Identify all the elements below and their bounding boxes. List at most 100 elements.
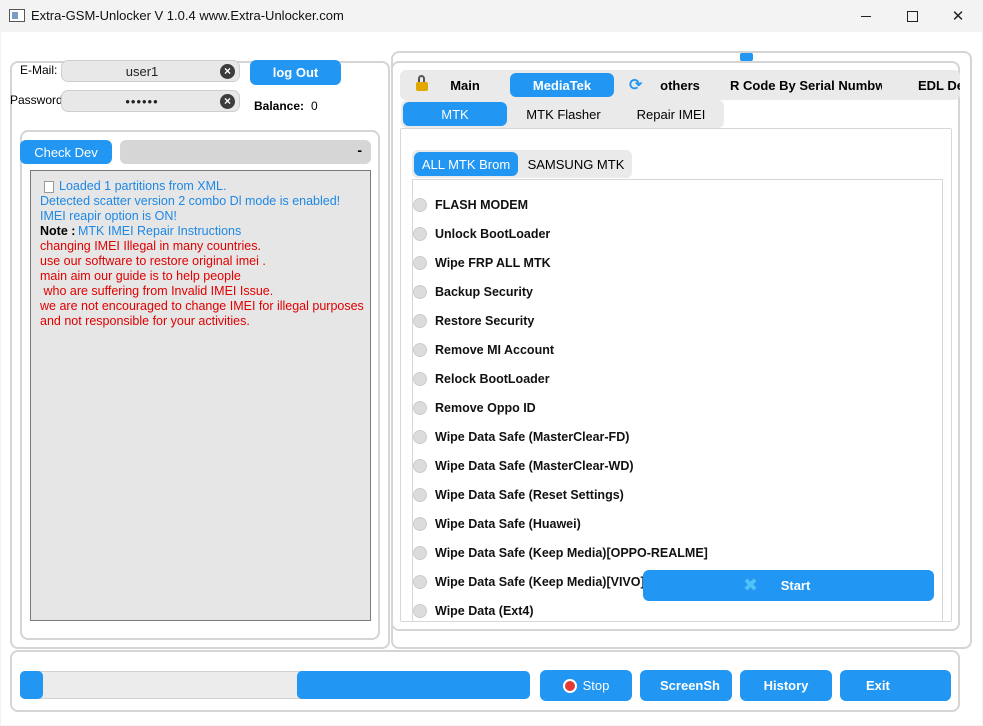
history-button[interactable]: History bbox=[740, 670, 832, 701]
operation-option[interactable]: Wipe Data Safe (Keep Media)[VIVO] bbox=[413, 572, 645, 592]
operation-label: FLASH MODEM bbox=[435, 198, 529, 212]
radio-button[interactable] bbox=[413, 343, 427, 357]
main-tab-bar: Main MediaTek ⟳ others R Code By Serial … bbox=[400, 70, 960, 100]
operation-option[interactable]: Remove Oppo ID bbox=[413, 398, 536, 418]
progress-bar-main bbox=[297, 671, 530, 699]
scroll-handle[interactable] bbox=[740, 53, 753, 61]
email-label: E-Mail: bbox=[20, 63, 58, 77]
mtk-tab-bar: MTK MTK Flasher Repair IMEI bbox=[401, 100, 724, 128]
note-label: Note : bbox=[40, 224, 76, 238]
operation-option[interactable]: Unlock BootLoader bbox=[413, 224, 550, 244]
operation-option[interactable]: Backup Security bbox=[413, 282, 533, 302]
operation-option[interactable]: Wipe Data Safe (Reset Settings) bbox=[413, 485, 624, 505]
operation-option[interactable]: Wipe Data Safe (MasterClear-WD) bbox=[413, 456, 634, 476]
tab-repair-imei[interactable]: Repair IMEI bbox=[626, 102, 716, 126]
tab-mtk[interactable]: MTK bbox=[403, 102, 507, 126]
operation-option[interactable]: Restore Security bbox=[413, 311, 534, 331]
radio-button[interactable] bbox=[413, 488, 427, 502]
tab-mtk-flasher[interactable]: MTK Flasher bbox=[516, 102, 611, 126]
operation-option[interactable]: Remove MI Account bbox=[413, 340, 554, 360]
stop-label: Stop bbox=[582, 678, 610, 693]
radio-button[interactable] bbox=[413, 401, 427, 415]
log-line: Detected scatter version 2 combo Dl mode… bbox=[40, 194, 341, 208]
app-icon bbox=[9, 9, 25, 22]
password-field[interactable]: •••••• × bbox=[61, 90, 240, 112]
brom-tab-bar: ALL MTK Brom SAMSUNG MTK bbox=[412, 150, 632, 178]
title-bar: Extra-GSM-Unlocker V 1.0.4 www.Extra-Unl… bbox=[0, 0, 983, 32]
operation-option[interactable]: Wipe FRP ALL MTK bbox=[413, 253, 551, 273]
operation-label: Wipe FRP ALL MTK bbox=[435, 256, 551, 270]
radio-button[interactable] bbox=[413, 372, 427, 386]
check-dev-button[interactable]: Check Dev bbox=[20, 140, 112, 164]
maximize-button[interactable] bbox=[889, 0, 935, 32]
operation-label: Wipe Data Safe (Keep Media)[VIVO] bbox=[435, 575, 645, 589]
start-label: Start bbox=[780, 578, 811, 593]
operation-option[interactable]: Wipe Data Safe (Keep Media)[OPPO-REALME] bbox=[413, 543, 708, 563]
tab-samsung-mtk[interactable]: SAMSUNG MTK bbox=[527, 152, 625, 176]
minimize-icon bbox=[861, 15, 871, 17]
balance-value: 0 bbox=[311, 99, 318, 113]
balance-label: Balance: bbox=[254, 99, 305, 113]
clear-password-icon[interactable]: × bbox=[220, 94, 235, 109]
device-combo[interactable]: - bbox=[120, 140, 371, 164]
progress-bar-small bbox=[20, 671, 43, 699]
operation-option[interactable]: Wipe Data Safe (Huawei) bbox=[413, 514, 581, 534]
operation-option[interactable]: Wipe Data (Ext4) bbox=[413, 601, 534, 621]
operation-option[interactable]: Wipe Data Safe (MasterClear-FD) bbox=[413, 427, 629, 447]
radio-button[interactable] bbox=[413, 546, 427, 560]
minimize-button[interactable] bbox=[843, 0, 889, 32]
operation-label: Relock BootLoader bbox=[435, 372, 550, 386]
clear-email-icon[interactable]: × bbox=[220, 64, 235, 79]
tab-others[interactable]: others bbox=[655, 73, 705, 97]
log-line: main aim our guide is to help people bbox=[40, 269, 241, 283]
screenshot-button[interactable]: ScreenSh bbox=[640, 670, 732, 701]
operation-label: Unlock BootLoader bbox=[435, 227, 551, 241]
operation-label: Restore Security bbox=[435, 314, 535, 328]
radio-button[interactable] bbox=[413, 227, 427, 241]
operation-label: Backup Security bbox=[435, 285, 533, 299]
radio-button[interactable] bbox=[413, 604, 427, 618]
close-icon: ✕ bbox=[951, 8, 965, 25]
operation-option[interactable]: FLASH MODEM bbox=[413, 195, 528, 215]
start-button[interactable]: ✖ Start bbox=[643, 570, 934, 601]
email-field[interactable]: user1 × bbox=[61, 60, 240, 82]
document-icon bbox=[44, 181, 54, 193]
radio-button[interactable] bbox=[413, 430, 427, 444]
tab-edl-dev[interactable]: EDL Dev bbox=[918, 73, 960, 97]
operation-label: Wipe Data Safe (MasterClear-WD) bbox=[435, 459, 634, 473]
tab-main[interactable]: Main bbox=[440, 73, 490, 97]
operation-label: Wipe Data Safe (Huawei) bbox=[435, 517, 581, 531]
tab-all-mtk-brom[interactable]: ALL MTK Brom bbox=[414, 152, 518, 176]
log-line: changing IMEI Illegal in many countries. bbox=[40, 239, 261, 253]
close-button[interactable]: ✕ bbox=[935, 0, 981, 32]
imei-instructions-link[interactable]: MTK IMEI Repair Instructions bbox=[78, 224, 241, 239]
lock-icon bbox=[416, 75, 428, 91]
operation-label: Wipe Data (Ext4) bbox=[435, 604, 534, 618]
radio-button[interactable] bbox=[413, 198, 427, 212]
exit-button[interactable]: Exit bbox=[840, 670, 951, 701]
radio-button[interactable] bbox=[413, 517, 427, 531]
stop-icon bbox=[562, 678, 577, 693]
email-value: user1 bbox=[125, 64, 159, 79]
tab-r-code[interactable]: R Code By Serial Numbwe bbox=[730, 73, 882, 97]
operation-option[interactable]: Relock BootLoader bbox=[413, 369, 550, 389]
tools-icon: ✖ bbox=[743, 575, 759, 595]
operation-label: Wipe Data Safe (Reset Settings) bbox=[435, 488, 624, 502]
log-line: who are suffering from Invalid IMEI Issu… bbox=[40, 284, 274, 298]
radio-button[interactable] bbox=[413, 314, 427, 328]
operation-label: Remove Oppo ID bbox=[435, 401, 536, 415]
radio-button[interactable] bbox=[413, 285, 427, 299]
operation-label: Wipe Data Safe (MasterClear-FD) bbox=[435, 430, 630, 444]
stop-button[interactable]: Stop bbox=[540, 670, 632, 701]
radio-button[interactable] bbox=[413, 256, 427, 270]
device-combo-value: - bbox=[357, 142, 362, 158]
logout-button[interactable]: log Out bbox=[250, 60, 341, 85]
password-value: •••••• bbox=[125, 94, 159, 109]
radio-button[interactable] bbox=[413, 575, 427, 589]
log-line: use our software to restore original ime… bbox=[40, 254, 266, 268]
password-label: Password: bbox=[10, 93, 67, 107]
log-line: Loaded 1 partitions from XML. bbox=[59, 179, 227, 193]
radio-button[interactable] bbox=[413, 459, 427, 473]
tab-mediatek[interactable]: MediaTek bbox=[510, 73, 614, 97]
refresh-icon: ⟳ bbox=[629, 77, 643, 94]
